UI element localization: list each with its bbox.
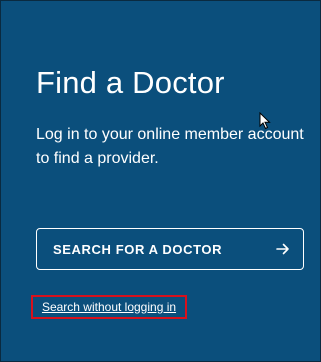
find-doctor-card: Find a Doctor Log in to your online memb…	[0, 0, 321, 362]
card-description: Log in to your online member account to …	[36, 126, 304, 167]
search-button-label: SEARCH FOR A DOCTOR	[53, 241, 223, 257]
mouse-pointer-icon	[259, 112, 271, 130]
arrow-right-icon	[276, 243, 289, 255]
search-for-doctor-button[interactable]: SEARCH FOR A DOCTOR	[36, 228, 304, 270]
search-without-login-link[interactable]: Search without logging in	[42, 300, 176, 314]
page-title: Find a Doctor	[36, 65, 225, 100]
search-without-login-highlight: Search without logging in	[31, 295, 187, 319]
